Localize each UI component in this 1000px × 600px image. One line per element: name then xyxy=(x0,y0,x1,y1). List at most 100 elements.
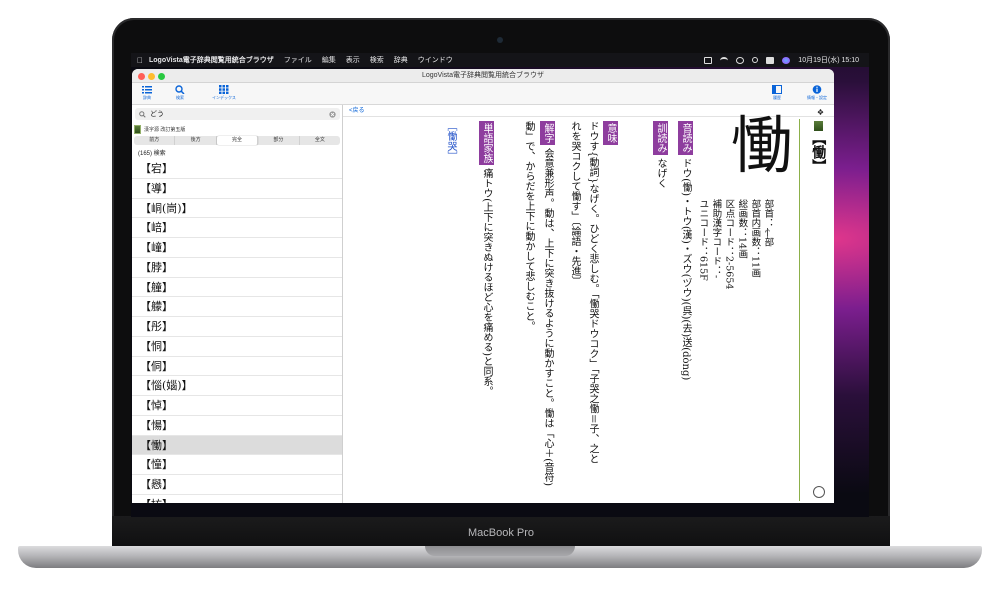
result-row[interactable]: 【惱(㛴)】 xyxy=(132,376,342,396)
history-icon xyxy=(772,85,782,94)
result-row[interactable]: 【㟝】 xyxy=(132,218,342,238)
entry-pane: <戻る ❖ 【慟】 慟 部首：忄部 部首内画数：11画 総画数：14画 区点コー… xyxy=(343,105,834,503)
wifi-icon[interactable] xyxy=(720,56,729,64)
move-icon[interactable]: ❖ xyxy=(817,107,824,119)
menu-window[interactable]: ウインドウ xyxy=(418,55,453,65)
result-list[interactable]: 【宕】 【導】 【峒(峝)】 【㟝】 【㠉】 【脖】 【艟】 【艨】 【彤】 【恫】 【侗】 【惱(㛴… xyxy=(132,159,342,503)
laptop-notch xyxy=(425,546,575,556)
meta-strokes-in-radical: 部首内画数：11画 xyxy=(749,199,761,278)
info-icon xyxy=(812,85,822,94)
minimize-window-icon[interactable] xyxy=(148,73,155,80)
camera-icon xyxy=(497,37,503,43)
menu-file[interactable]: ファイル xyxy=(284,55,312,65)
result-row[interactable]: 【恫】 xyxy=(132,337,342,357)
on-reading-tag: 音読み xyxy=(678,121,693,155)
dictionary-mode-icon[interactable] xyxy=(813,486,825,498)
back-button[interactable]: <戻る xyxy=(349,108,365,114)
app-window: LogoVista電子辞典閲覧用統合ブラウザ 辞典 検索 インデックス 履歴 情… xyxy=(132,69,834,503)
menu-dictionary[interactable]: 辞典 xyxy=(394,55,408,65)
dictionary-book-icon xyxy=(814,121,823,131)
segment-partial[interactable]: 部分 xyxy=(258,136,300,145)
related-word-link[interactable]: ［慟哭］ xyxy=(444,121,457,161)
meaning-section: 意味 xyxy=(603,121,618,145)
menu-app-name[interactable]: LogoVista電子辞典閲覧用統合ブラウザ xyxy=(149,55,274,65)
word-family-tag: 単語家族 xyxy=(479,121,494,165)
menu-edit[interactable]: 編集 xyxy=(322,55,336,65)
result-row[interactable]: 【㦛】 xyxy=(132,475,342,495)
result-row[interactable]: 【愓】 xyxy=(132,416,342,436)
result-row[interactable]: 【悼】 xyxy=(132,396,342,416)
result-row[interactable]: 【侗】 xyxy=(132,357,342,377)
menubar:  LogoVista電子辞典閲覧用統合ブラウザ ファイル 編集 表示 検索 辞… xyxy=(131,53,869,67)
result-row[interactable]: 【宕】 xyxy=(132,159,342,179)
dictionary-button[interactable]: 辞典 xyxy=(132,85,162,101)
result-row[interactable]: 【㠉】 xyxy=(132,238,342,258)
kaiji-tag: 解字 xyxy=(540,121,555,145)
spotlight-icon[interactable] xyxy=(752,57,759,63)
reading-section: 音読み ドウ(慟)・トウ(漢)・ズウ(ヅウ)(呉)(去)送(dòng) xyxy=(678,121,693,380)
divider-line xyxy=(799,119,800,501)
result-row[interactable]: 【艨】 xyxy=(132,297,342,317)
result-row[interactable]: 【慟】 xyxy=(132,435,342,456)
meaning-tag: 意味 xyxy=(603,121,618,145)
user-icon[interactable] xyxy=(736,56,745,64)
result-row[interactable]: 【艟】 xyxy=(132,278,342,298)
grid-icon xyxy=(219,85,229,94)
dictionary-button-label: 辞典 xyxy=(143,95,151,100)
meta-supplementary-code: 補助漢字コード：- xyxy=(710,199,722,279)
dictionary-selector[interactable]: 漢字源 改訂第五版 xyxy=(134,124,340,134)
search-field[interactable]: どう xyxy=(135,108,340,120)
result-row[interactable]: 【峒(峝)】 xyxy=(132,199,342,219)
family-section: 単語家族 痛トウ(上下に突きぬけるほど心を痛める)と同系。 xyxy=(479,121,494,396)
history-button-label: 履歴 xyxy=(773,95,781,100)
close-window-icon[interactable] xyxy=(138,73,145,80)
siri-icon[interactable] xyxy=(782,56,791,64)
search-icon xyxy=(175,85,185,94)
index-button[interactable]: インデックス xyxy=(209,85,239,101)
screen:  LogoVista電子辞典閲覧用統合ブラウザ ファイル 編集 表示 検索 辞… xyxy=(131,53,869,517)
zoom-window-icon[interactable] xyxy=(158,73,165,80)
sidebar: どう 漢字源 改訂第五版 前方 後方 完全 部分 全文 (165) 検索 【宕】… xyxy=(132,105,343,503)
kaiji-text-1: 会意兼形声。動は、上下に突き抜けるように動かすこと。慟は「心＋(音符) xyxy=(542,148,553,486)
menu-search[interactable]: 検索 xyxy=(370,55,384,65)
battery-icon[interactable] xyxy=(704,56,713,64)
meta-total-strokes: 総画数：14画 xyxy=(736,199,748,259)
menu-view[interactable]: 表示 xyxy=(346,55,360,65)
search-button[interactable]: 検索 xyxy=(165,85,195,101)
kun-reading-text: なげく xyxy=(655,158,666,189)
search-icon xyxy=(139,110,146,118)
kaiji-text-2: 動」で、からだを上下に動かして悲しむこと。 xyxy=(523,121,534,331)
search-mode-segments: 前方 後方 完全 部分 全文 xyxy=(134,136,340,145)
meta-unicode: ユニコード：615F xyxy=(697,199,709,281)
control-center-icon[interactable] xyxy=(766,56,775,64)
clear-search-icon[interactable] xyxy=(329,110,336,118)
segment-exact[interactable]: 完全 xyxy=(216,136,259,145)
entry-headword: 【慟】 xyxy=(810,131,827,173)
info-button[interactable]: 情報・設定 xyxy=(802,85,832,101)
segment-suffix[interactable]: 後方 xyxy=(175,136,217,145)
menubar-status: 10月19日(水) 15:10 xyxy=(704,55,869,65)
word-family-text: 痛トウ(上下に突きぬけるほど心を痛める)と同系。 xyxy=(481,168,492,396)
result-count: (165) 検索 xyxy=(138,151,166,157)
meaning-text-2: れを哭コクして慟す」〔論語・先進〕 xyxy=(569,121,580,286)
entry-kanji: 慟 xyxy=(731,109,794,182)
result-row[interactable]: 【彤】 xyxy=(132,317,342,337)
result-row[interactable]: 【㧍】 xyxy=(132,495,342,503)
kaiji-section: 解字 会意兼形声。動は、上下に突き抜けるように動かすこと。慟は「心＋(音符) xyxy=(540,121,555,486)
dictionary-book-icon xyxy=(134,124,141,134)
kun-section: 訓読み なげく xyxy=(653,121,668,188)
laptop-brand: MacBook Pro xyxy=(467,527,535,539)
result-row[interactable]: 【脖】 xyxy=(132,258,342,278)
index-button-label: インデックス xyxy=(212,95,236,100)
apple-icon[interactable]:  xyxy=(131,56,149,65)
segment-prefix[interactable]: 前方 xyxy=(134,136,176,145)
result-row[interactable]: 【導】 xyxy=(132,179,342,199)
search-input[interactable]: どう xyxy=(150,109,329,119)
toolbar: 辞典 検索 インデックス 履歴 情報・設定 xyxy=(132,83,834,105)
kun-reading-tag: 訓読み xyxy=(653,121,668,155)
menubar-datetime[interactable]: 10月19日(水) 15:10 xyxy=(798,55,859,65)
result-row[interactable]: 【憧】 xyxy=(132,455,342,475)
meta-kuten-code: 区点コード：2-5654 xyxy=(723,199,735,290)
segment-fulltext[interactable]: 全文 xyxy=(300,136,340,145)
history-button[interactable]: 履歴 xyxy=(762,85,792,101)
